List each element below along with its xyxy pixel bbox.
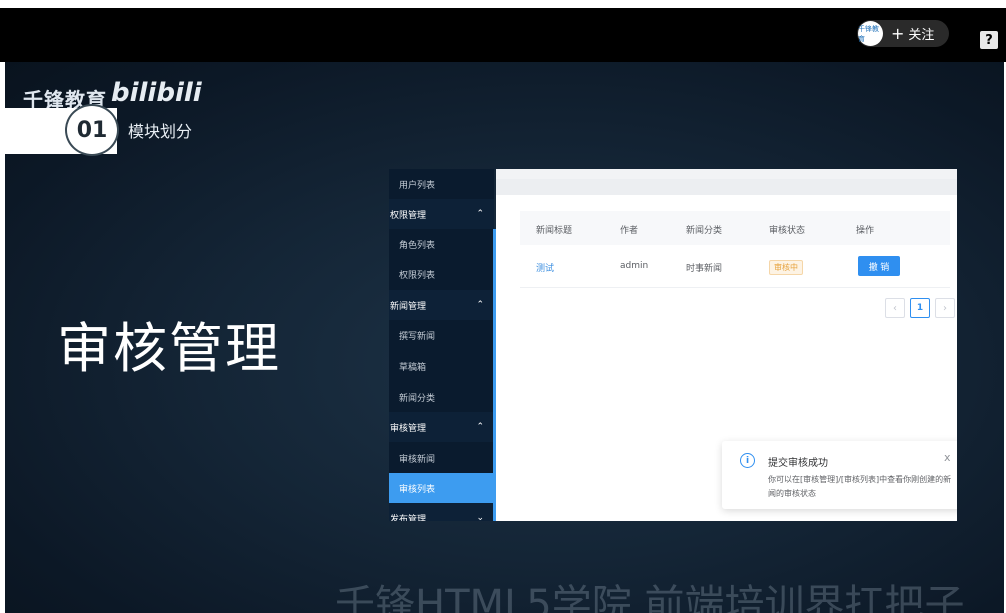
column-status: 审核状态: [769, 226, 806, 236]
sidebar-group-permissions[interactable]: 权限管理 ⌃: [389, 199, 494, 229]
sidebar-item-label: 草稿箱: [399, 362, 427, 373]
row-divider: [520, 287, 950, 288]
sidebar-item-label: 审核管理: [390, 423, 427, 434]
status-badge: 审核中: [769, 260, 803, 275]
sidebar-item-news-category[interactable]: 新闻分类: [389, 382, 494, 412]
section-title: 模块划分: [128, 122, 193, 141]
sidebar-item-label: 新闻分类: [399, 393, 436, 404]
sidebar-item-label: 权限管理: [390, 210, 427, 221]
sidebar-item-write-news[interactable]: 撰写新闻: [389, 320, 494, 350]
admin-content: 新闻标题 作者 新闻分类 审核状态 操作 测试 admin 时事新闻 审核中 撤…: [496, 169, 957, 521]
sidebar-item-audit-news[interactable]: 审核新闻: [389, 443, 494, 473]
follow-button[interactable]: 千锋教育 + 关注: [857, 20, 949, 47]
sidebar-item-label: 审核列表: [399, 484, 436, 495]
follow-label: 关注: [908, 28, 935, 43]
sidebar-item-label: 权限列表: [399, 270, 436, 281]
sidebar-group-audit[interactable]: 审核管理 ⌃: [389, 412, 494, 442]
chevron-up-icon: ⌃: [476, 209, 484, 219]
notification-body: 你可以在[审核管理]/[审核列表]中查看你刚创建的新闻的审核状态: [768, 475, 952, 498]
page-1-button[interactable]: 1: [910, 298, 930, 318]
column-category: 新闻分类: [686, 226, 723, 236]
sidebar-item-user-list[interactable]: 用户列表: [389, 169, 494, 199]
sidebar-item-label: 发布管理: [390, 514, 427, 522]
player-top-bar: [0, 8, 1006, 62]
table-header: [520, 211, 950, 245]
column-action: 操作: [856, 226, 875, 236]
sidebar-item-label: 新闻管理: [390, 301, 427, 312]
chevron-up-icon: ⌃: [476, 300, 484, 310]
plus-icon: +: [891, 23, 905, 43]
admin-sidebar: 用户列表 权限管理 ⌃ 角色列表 权限列表 新闻管理 ⌃ 撰写新闻 草稿箱 新闻…: [389, 169, 494, 521]
sidebar-item-label: 角色列表: [399, 240, 436, 251]
sidebar-group-news[interactable]: 新闻管理 ⌃: [389, 290, 494, 320]
chevron-down-icon: ⌄: [476, 513, 484, 521]
content-band: [496, 179, 957, 195]
sidebar-item-label: 用户列表: [399, 180, 436, 191]
info-icon: i: [740, 453, 755, 468]
watermark: 千锋HTML5学院 前端培训界扛把子: [335, 582, 965, 613]
help-icon[interactable]: ?: [980, 31, 998, 49]
uploader-avatar[interactable]: 千锋教育: [858, 21, 883, 46]
sidebar-item-drafts[interactable]: 草稿箱: [389, 351, 494, 381]
sidebar-item-label: 审核新闻: [399, 454, 436, 465]
column-title: 新闻标题: [536, 226, 573, 236]
chevron-up-icon: ⌃: [476, 422, 484, 432]
sidebar-item-label: 撰写新闻: [399, 331, 436, 342]
sidebar-group-publish[interactable]: 发布管理 ⌄: [389, 503, 494, 521]
news-category: 时事新闻: [686, 264, 723, 274]
sidebar-item-audit-list[interactable]: 审核列表: [389, 473, 494, 503]
next-page-button[interactable]: ›: [935, 298, 955, 318]
news-title-link[interactable]: 测试: [536, 261, 554, 274]
notification-title: 提交审核成功: [768, 458, 828, 469]
slide-title: 审核管理: [57, 317, 281, 380]
video-slide: 千锋教育 bilibili 01 模块划分 审核管理 千锋HTML5学院 前端培…: [5, 62, 1004, 613]
sidebar-item-permission-list[interactable]: 权限列表: [389, 259, 494, 289]
sidebar-item-role-list[interactable]: 角色列表: [389, 229, 494, 259]
revoke-button[interactable]: 撤 销: [858, 256, 900, 276]
column-author: 作者: [620, 226, 639, 236]
section-number: 01: [65, 104, 119, 156]
admin-screenshot: 用户列表 权限管理 ⌃ 角色列表 权限列表 新闻管理 ⌃ 撰写新闻 草稿箱 新闻…: [389, 169, 957, 521]
bilibili-logo: bilibili: [111, 78, 202, 108]
close-icon[interactable]: x: [944, 451, 951, 464]
top-strip: [0, 0, 1006, 8]
success-notification: i 提交审核成功 你可以在[审核管理]/[审核列表]中查看你刚创建的新闻的审核状…: [722, 441, 957, 509]
news-author: admin: [620, 261, 649, 271]
prev-page-button[interactable]: ‹: [885, 298, 905, 318]
